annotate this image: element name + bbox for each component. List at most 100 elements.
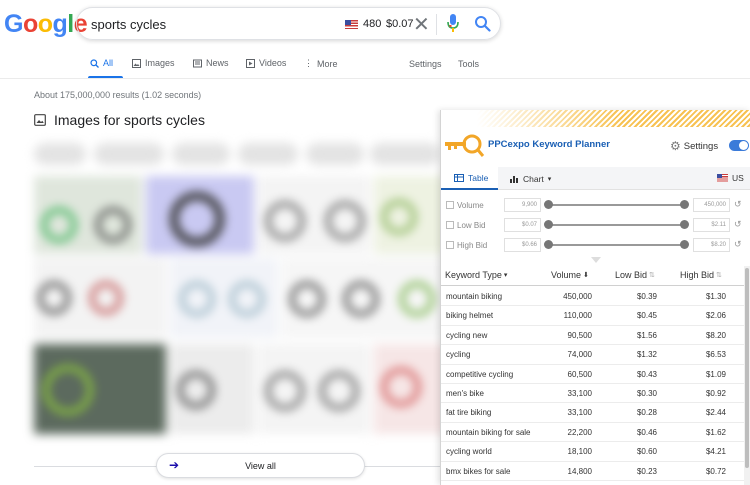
image-icon: [34, 114, 46, 126]
filter-high-bid-min[interactable]: $0.66: [504, 238, 541, 252]
tab-images[interactable]: Images: [132, 58, 175, 68]
table-scrollbar-thumb[interactable]: [745, 268, 749, 468]
header-divider: [0, 78, 750, 79]
low-bid-cell: $1.56: [636, 330, 657, 340]
low-bid-cell: $1.32: [636, 350, 657, 360]
filter-high-bid-label: High Bid: [457, 241, 488, 250]
column-low-bid[interactable]: Low Bid ⇅: [615, 270, 655, 280]
volume-cell: 33,100: [567, 408, 592, 418]
column-keyword-type-label: Keyword Type: [445, 270, 502, 280]
result-stats: About 175,000,000 results (1.02 seconds): [34, 90, 202, 100]
search-box[interactable]: sports cycles 480 $0.07 ✕: [76, 7, 501, 40]
table-row[interactable]: cycling 74,000 $1.32 $6.53: [441, 345, 746, 365]
table-row[interactable]: bmx bikes for sale 14,800 $0.23 $0.72: [441, 462, 746, 481]
table-row[interactable]: mountain biking 450,000 $0.39 $1.30: [441, 287, 746, 307]
filter-volume-min-handle[interactable]: [544, 200, 553, 209]
filter-volume-min[interactable]: 9,900: [504, 198, 541, 212]
keyword-cell: fat tire biking: [446, 408, 492, 418]
reset-icon[interactable]: ↺: [734, 199, 742, 210]
filter-volume-track: [549, 204, 684, 206]
panel-title: PPCexpo Keyword Planner: [488, 139, 610, 150]
tab-videos[interactable]: Videos: [246, 58, 286, 68]
table-row[interactable]: cycling world 18,100 $0.60 $4.21: [441, 442, 746, 462]
filter-high-bid: High Bid $0.66 $8.20 ↺: [441, 236, 750, 256]
column-keyword-type[interactable]: Keyword Type ▾: [445, 270, 507, 280]
filter-high-bid-min-handle[interactable]: [544, 240, 553, 249]
tab-news[interactable]: News: [193, 58, 229, 68]
panel-header: PPCexpo Keyword Planner ⚙ Settings: [441, 127, 750, 169]
search-input[interactable]: sports cycles: [91, 17, 166, 32]
volume-cell: 22,200: [567, 427, 592, 437]
filter-volume-max-handle[interactable]: [680, 200, 689, 209]
filter-high-bid-max-handle[interactable]: [680, 240, 689, 249]
filter-volume-max[interactable]: 450,000: [693, 198, 730, 212]
filter-low-bid-min[interactable]: $0.07: [504, 218, 541, 232]
search-icon[interactable]: [474, 15, 491, 32]
keyword-table-body: mountain biking 450,000 $0.39 $1.30 biking …: [441, 287, 746, 481]
filter-volume-label: Volume: [457, 201, 484, 210]
view-all-button[interactable]: ➔ View all: [156, 453, 365, 478]
collapse-caret-icon[interactable]: [591, 257, 601, 263]
keyword-cell: mountain biking: [446, 292, 503, 301]
keyword-table-header: Keyword Type ▾ Volume ⬇ Low Bid ⇅ High B…: [441, 266, 746, 286]
reset-icon[interactable]: ↺: [734, 219, 742, 230]
tab-all[interactable]: All: [90, 58, 113, 68]
clear-icon[interactable]: ✕: [413, 12, 430, 37]
images-heading[interactable]: Images for sports cycles: [34, 112, 205, 128]
column-volume[interactable]: Volume ⬇: [551, 270, 589, 280]
tab-images-label: Images: [145, 58, 175, 68]
table-row[interactable]: fat tire biking 33,100 $0.28 $2.44: [441, 403, 746, 423]
more-vert-icon: ⋮: [304, 58, 313, 68]
panel-toggle[interactable]: [729, 140, 749, 151]
tab-chart[interactable]: Chart ▾: [509, 167, 551, 190]
filter-low-bid: Low Bid $0.07 $2.11 ↺: [441, 216, 750, 236]
panel-settings-button[interactable]: ⚙ Settings: [670, 139, 718, 153]
high-bid-cell: $2.06: [705, 311, 726, 321]
filter-low-bid-max-handle[interactable]: [680, 220, 689, 229]
filter-high-bid-checkbox[interactable]: [446, 241, 454, 249]
google-settings-link[interactable]: Settings: [409, 59, 442, 69]
filter-volume: Volume 9,900 450,000 ↺: [441, 196, 750, 216]
low-bid-cell: $0.23: [636, 466, 657, 476]
google-logo[interactable]: Google: [4, 10, 88, 39]
tab-videos-label: Videos: [259, 58, 287, 68]
ppcexpo-panel: PPCexpo Keyword Planner ⚙ Settings Table…: [440, 110, 750, 485]
high-bid-cell: $2.44: [705, 408, 726, 418]
low-bid-cell: $0.46: [636, 427, 657, 437]
filter-low-bid-min-handle[interactable]: [544, 220, 553, 229]
filter-low-bid-max[interactable]: $2.11: [693, 218, 730, 232]
search-cpc: $0.07: [386, 18, 414, 30]
column-low-bid-label: Low Bid: [615, 270, 648, 280]
table-row[interactable]: mountain biking for sale 22,200 $0.46 $1.62: [441, 423, 746, 443]
filter-volume-checkbox[interactable]: [446, 201, 454, 209]
filter-low-bid-checkbox[interactable]: [446, 221, 454, 229]
reset-icon[interactable]: ↺: [734, 239, 742, 250]
high-bid-cell: $0.92: [705, 388, 726, 398]
keyword-cell: biking helmet: [446, 311, 494, 321]
tab-more[interactable]: ⋮ More: [304, 58, 338, 69]
image-icon: [132, 58, 141, 68]
tab-table[interactable]: Table: [441, 167, 498, 190]
filter-high-bid-max[interactable]: $8.20: [693, 238, 730, 252]
chevron-down-icon: ▾: [503, 272, 508, 279]
table-row[interactable]: cycling new 90,500 $1.56 $8.20: [441, 326, 746, 346]
high-bid-cell: $6.53: [705, 350, 726, 360]
keyword-cell: mountain biking for sale: [446, 427, 531, 437]
tab-more-label: More: [317, 58, 338, 69]
table-row[interactable]: biking helmet 110,000 $0.45 $2.06: [441, 306, 746, 326]
chevron-down-icon: ▾: [547, 175, 552, 183]
country-label: US: [732, 173, 744, 183]
sort-desc-icon: ⬇: [583, 272, 589, 279]
tab-chart-label: Chart: [523, 173, 544, 184]
high-bid-cell: $4.21: [705, 447, 726, 457]
country-selector[interactable]: US: [717, 173, 744, 183]
table-row[interactable]: competitive cycling 60,500 $0.43 $1.09: [441, 365, 746, 384]
image-results-grid[interactable]: [30, 140, 450, 450]
keyword-cell: cycling world: [446, 447, 492, 457]
low-bid-cell: $0.43: [636, 369, 657, 379]
google-tools-link[interactable]: Tools: [458, 59, 479, 69]
filter-high-bid-track: [549, 244, 684, 246]
column-high-bid[interactable]: High Bid ⇅: [680, 270, 722, 280]
microphone-icon[interactable]: [447, 14, 459, 33]
table-row[interactable]: men's bike 33,100 $0.30 $0.92: [441, 384, 746, 404]
